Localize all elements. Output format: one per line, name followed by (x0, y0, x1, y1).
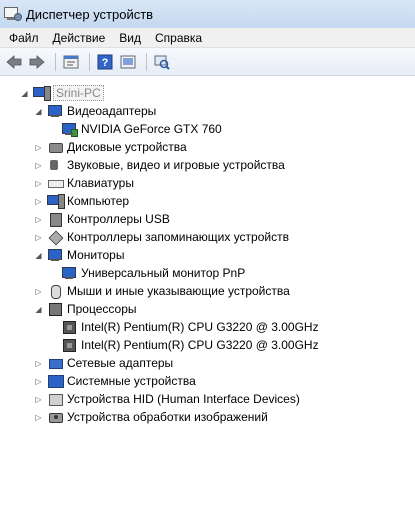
system-device-icon (47, 373, 64, 389)
tree-item-usb[interactable]: ▷ Контроллеры USB (34, 210, 170, 228)
disk-drive-icon (47, 139, 63, 155)
collapse-icon[interactable]: ◢ (34, 251, 43, 260)
expand-icon[interactable]: ▷ (34, 413, 43, 422)
forward-arrow-icon (29, 54, 45, 69)
processor-icon (61, 319, 77, 335)
menu-action[interactable]: Действие (46, 28, 113, 48)
expand-icon[interactable]: ▷ (34, 143, 43, 152)
display-adapter-icon (61, 121, 78, 137)
expand-icon[interactable]: ▷ (34, 197, 43, 206)
expand-icon[interactable]: ▷ (34, 377, 43, 386)
tree-item-sound[interactable]: ▷ Звуковые, видео и игровые устройства (34, 156, 285, 174)
back-arrow-icon (6, 54, 22, 69)
processor-icon (61, 337, 77, 353)
tree-item-system[interactable]: ▷ Системные устройства (34, 372, 196, 390)
tree-item-label: Мыши и иные указывающие устройства (67, 284, 290, 298)
computer-icon (47, 193, 65, 209)
mouse-icon (47, 283, 63, 299)
toolbar-separator (146, 52, 147, 71)
tree-item-video-adapters[interactable]: ◢ Видеоадаптеры (34, 102, 156, 120)
help-icon: ? (97, 54, 113, 69)
collapse-icon[interactable]: ◢ (20, 89, 29, 98)
expand-icon[interactable]: ▷ (34, 287, 43, 296)
tree-item-keyboards[interactable]: ▷ Клавиатуры (34, 174, 134, 192)
expand-icon[interactable]: ▷ (34, 161, 43, 170)
tree-item-processors[interactable]: ◢ Процессоры (34, 300, 137, 318)
tree-item-label: Сетевые адаптеры (67, 356, 174, 370)
tree-item-label: Intel(R) Pentium(R) CPU G3220 @ 3.00GHz (81, 338, 319, 352)
tree-item-label: Устройства обработки изображений (67, 410, 268, 424)
collapse-icon[interactable]: ◢ (34, 107, 43, 116)
tree-item-label: Мониторы (67, 248, 125, 262)
tree-item-computer[interactable]: ▷ Компьютер (34, 192, 129, 210)
hid-icon (47, 391, 63, 407)
toolbar: ? (0, 48, 415, 76)
help-button[interactable]: ? (95, 52, 115, 72)
tree-item-label: Видеоадаптеры (67, 104, 157, 118)
expand-icon[interactable]: ▷ (34, 215, 43, 224)
expand-icon[interactable]: ▷ (34, 395, 43, 404)
tree-item-network[interactable]: ▷ Сетевые адаптеры (34, 354, 173, 372)
back-button[interactable] (4, 52, 24, 72)
tree-item-label: Дисковые устройства (67, 140, 187, 154)
display-button[interactable] (118, 52, 138, 72)
device-manager-icon (4, 7, 22, 21)
menu-bar: Файл Действие Вид Справка (0, 28, 415, 48)
computer-icon (33, 85, 51, 101)
collapse-icon[interactable]: ◢ (34, 305, 43, 314)
tree-item-label: Компьютер (67, 194, 130, 208)
tree-item-label: Клавиатуры (67, 176, 134, 190)
expand-icon[interactable]: ▷ (34, 179, 43, 188)
storage-controller-icon (47, 229, 64, 246)
scan-hardware-icon (154, 55, 170, 70)
expand-icon[interactable]: ▷ (34, 233, 43, 242)
monitor-icon (61, 265, 77, 281)
properties-icon (63, 55, 79, 68)
tree-item-label: Универсальный монитор PnP (81, 266, 246, 280)
monitor-icon (47, 247, 63, 263)
properties-button[interactable] (61, 52, 81, 72)
usb-icon (47, 211, 63, 227)
tree-item-label: Системные устройства (67, 374, 196, 388)
expand-icon[interactable]: ▷ (34, 359, 43, 368)
tree-item-label: Контроллеры запоминающих устройств (67, 230, 289, 244)
tree-item-label: Контроллеры USB (67, 212, 170, 226)
device-manager-window: Диспетчер устройств Файл Действие Вид Сп… (0, 0, 415, 516)
toolbar-separator (89, 52, 90, 71)
display-adapter-icon (47, 103, 63, 119)
tree-item-hid[interactable]: ▷ Устройства HID (Human Interface Device… (34, 390, 300, 408)
forward-button[interactable] (27, 52, 47, 72)
tree-item-monitors[interactable]: ◢ Мониторы (34, 246, 124, 264)
speaker-icon (47, 157, 63, 173)
tree-item-label: NVIDIA GeForce GTX 760 (81, 122, 222, 136)
toolbar-separator (55, 52, 56, 71)
network-adapter-icon (47, 355, 63, 371)
tree-item-cpu-2[interactable]: Intel(R) Pentium(R) CPU G3220 @ 3.00GHz (61, 336, 319, 354)
tree-item-label: Intel(R) Pentium(R) CPU G3220 @ 3.00GHz (81, 320, 319, 334)
window-title: Диспетчер устройств (26, 6, 154, 22)
tree-item-label: Процессоры (67, 302, 137, 316)
menu-help[interactable]: Справка (148, 28, 209, 48)
tree-item-mice[interactable]: ▷ Мыши и иные указывающие устройства (34, 282, 290, 300)
tree-item-gpu[interactable]: NVIDIA GeForce GTX 760 (61, 120, 222, 138)
title-bar[interactable]: Диспетчер устройств (0, 0, 415, 28)
tree-item-storage[interactable]: ▷ Контроллеры запоминающих устройств (34, 228, 289, 246)
menu-view[interactable]: Вид (112, 28, 148, 48)
svg-text:?: ? (102, 57, 109, 69)
tree-item-label: Звуковые, видео и игровые устройства (67, 158, 285, 172)
tree-item-imaging[interactable]: ▷ Устройства обработки изображений (34, 408, 268, 426)
tree-item-label: Устройства HID (Human Interface Devices) (67, 392, 300, 406)
menu-file[interactable]: Файл (2, 28, 46, 48)
tree-root-label: Srini-PC (53, 85, 104, 101)
tree-item-pnp-monitor[interactable]: Универсальный монитор PnP (61, 264, 245, 282)
tree-item-disk-drives[interactable]: ▷ Дисковые устройства (34, 138, 187, 156)
tree-item-cpu-1[interactable]: Intel(R) Pentium(R) CPU G3220 @ 3.00GHz (61, 318, 319, 336)
keyboard-icon (47, 175, 64, 191)
scan-hardware-button[interactable] (152, 52, 172, 72)
tree-root[interactable]: ◢ Srini-PC (20, 84, 104, 102)
display-icon (120, 55, 136, 68)
camera-icon (47, 409, 63, 425)
device-tree: ◢ Srini-PC ◢ Видеоадаптеры NVIDIA GeForc… (0, 76, 415, 516)
processor-icon (47, 301, 63, 317)
